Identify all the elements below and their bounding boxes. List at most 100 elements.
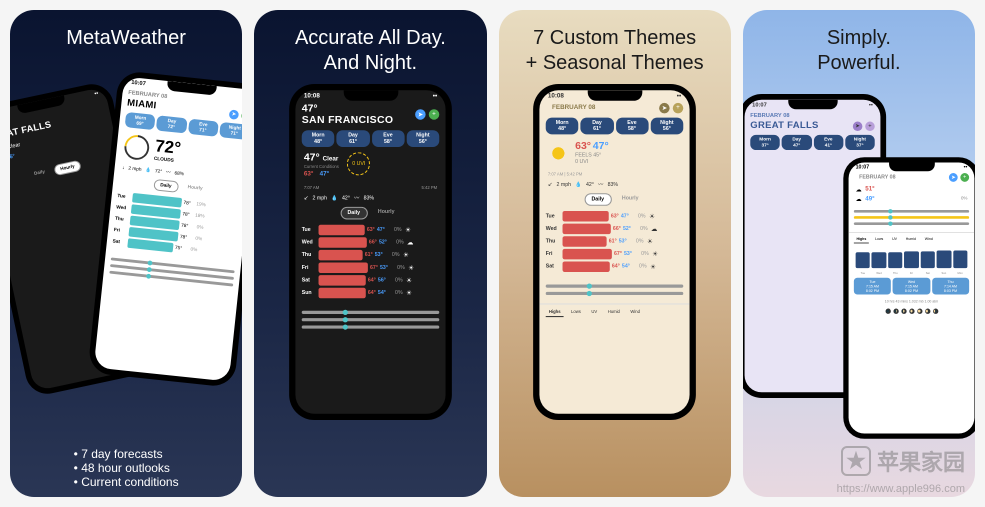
slider[interactable]: [854, 222, 969, 225]
weather-icon: ☀: [404, 226, 412, 233]
day-row[interactable]: Sun64°54°0%☀: [302, 288, 440, 299]
pill-day[interactable]: Day61°: [337, 130, 370, 147]
location-icon[interactable]: ➤: [229, 109, 239, 119]
status-icons: ••: [677, 93, 681, 99]
tab-uv[interactable]: UV: [889, 235, 899, 244]
pill-morn[interactable]: Morn37°: [750, 135, 780, 150]
location-icon[interactable]: ➤: [659, 103, 670, 113]
pill-day[interactable]: Day72°: [156, 115, 187, 133]
toggle-hourly[interactable]: Hourly: [182, 182, 209, 196]
tab-wind[interactable]: Wind: [627, 307, 643, 318]
status-icons: ••: [964, 165, 968, 170]
bar: [318, 288, 365, 299]
toggle-daily[interactable]: Daily: [340, 207, 367, 220]
lo: 49°: [865, 196, 874, 203]
slider[interactable]: [546, 285, 684, 288]
pill-eve[interactable]: Eve58°: [371, 130, 404, 147]
day-row[interactable]: Fri67°53°0%☀: [546, 249, 684, 259]
lo: 47°: [593, 141, 609, 153]
status-time: 10:08: [548, 93, 564, 99]
day-row[interactable]: Tue63°47°0%☀: [546, 211, 684, 222]
pill-night[interactable]: Night37°: [845, 135, 875, 150]
tab-uv[interactable]: UV: [588, 307, 600, 318]
watermark-url: https://www.apple996.com: [837, 483, 965, 495]
add-icon[interactable]: +: [241, 110, 242, 120]
notch: [587, 90, 642, 101]
toggle-daily[interactable]: Daily: [584, 193, 611, 206]
day-label: Fri: [904, 272, 918, 276]
tab-wind[interactable]: Wind: [922, 235, 935, 244]
pill-morn[interactable]: Morn48°: [302, 130, 335, 147]
toggle-hourly[interactable]: Hourly: [371, 207, 400, 220]
weather-icon: ☁: [406, 239, 414, 246]
bar: [563, 236, 607, 247]
add-icon[interactable]: +: [960, 173, 969, 182]
add-icon[interactable]: +: [673, 103, 684, 113]
add-icon[interactable]: +: [865, 121, 875, 131]
weather-icon: ☀: [401, 251, 409, 258]
toggle-daily[interactable]: Daily: [153, 179, 179, 193]
toggle-daily[interactable]: Daily: [28, 166, 52, 181]
slider[interactable]: [854, 216, 969, 219]
day-row[interactable]: Sat64°54°0%☀: [546, 261, 684, 272]
day-row[interactable]: Wed66°52°0%☁: [546, 224, 684, 235]
pill-day[interactable]: Day61°: [581, 118, 614, 135]
day-label: Sun: [937, 272, 951, 276]
headline: 7 Custom Themes + Seasonal Themes: [516, 10, 714, 84]
phone: 10:08•• 47° SAN FRANCISCO ➤ + Morn48° Da…: [289, 84, 452, 420]
pill-eve[interactable]: Eve71°: [188, 119, 219, 137]
tab-humid[interactable]: Humid: [605, 307, 623, 318]
day-row[interactable]: Thu61°53°0%☀: [546, 236, 684, 247]
pill-eve[interactable]: Eve41°: [813, 135, 843, 150]
day-row[interactable]: Wed66°52°0%☁: [302, 237, 440, 248]
add-icon[interactable]: +: [429, 109, 440, 120]
pill-morn[interactable]: Morn48°: [546, 118, 579, 135]
precip: 72°: [155, 168, 163, 174]
day-label: Thu: [888, 272, 902, 276]
solar-card[interactable]: Wed7:15 AM8:02 PM: [893, 278, 930, 295]
cloud-icon: ☁: [856, 196, 862, 203]
solar-bar: [904, 251, 918, 268]
weather-icon: ☀: [651, 250, 659, 257]
toggle-hourly[interactable]: Hourly: [616, 193, 645, 206]
day-row[interactable]: Thu61°53°0%☀: [302, 250, 440, 261]
slider[interactable]: [302, 326, 440, 329]
hum-icon: 〰: [354, 194, 359, 201]
toggle-hourly[interactable]: Hourly: [53, 160, 82, 177]
slider[interactable]: [854, 210, 969, 213]
day-row[interactable]: Sat64°56°0%☀: [302, 275, 440, 286]
tab-highs[interactable]: Highs: [854, 235, 869, 244]
tab-lows[interactable]: Lows: [872, 235, 886, 244]
status-icons: ••: [869, 103, 873, 109]
pill-night[interactable]: Night56°: [406, 130, 439, 147]
day-row[interactable]: Tue63°47°0%☀: [302, 225, 440, 236]
panel-metaweather: MetaWeather 10:08•• 47° GREAT FALLS 47° …: [10, 10, 242, 497]
pill-morn[interactable]: Morn69°: [125, 112, 156, 130]
tab-lows[interactable]: Lows: [568, 307, 584, 318]
slider[interactable]: [302, 311, 440, 314]
uvi-badge: 0 UVI: [347, 152, 370, 175]
pill-night[interactable]: Night56°: [651, 118, 684, 135]
date: FEBRUARY 08: [854, 173, 901, 182]
solar-card[interactable]: Thu7:14 AM8:03 PM: [932, 278, 969, 295]
tab-humid[interactable]: Humid: [903, 235, 918, 244]
location-icon[interactable]: ➤: [949, 173, 958, 182]
location-icon[interactable]: ➤: [853, 121, 863, 131]
solar-bar: [937, 251, 951, 268]
tab-highs[interactable]: Highs: [546, 307, 564, 318]
status-time: 10:07: [856, 165, 870, 170]
day-row[interactable]: Fri67°53°0%☀: [302, 263, 440, 274]
pill-night[interactable]: Night71°: [219, 122, 242, 140]
location-icon[interactable]: ➤: [415, 109, 426, 120]
bar: [318, 275, 365, 286]
cur-temp: 47° Clear: [304, 152, 339, 164]
screen: 10:08•• 47° SAN FRANCISCO ➤ + Morn48° Da…: [295, 90, 445, 413]
slider[interactable]: [302, 318, 440, 321]
solar-bar: [920, 251, 934, 268]
solar-card[interactable]: Tue7:15 AM8:02 PM: [854, 278, 891, 295]
slider[interactable]: [546, 292, 684, 295]
pill-day[interactable]: Day47°: [782, 135, 812, 150]
pill-eve[interactable]: Eve58°: [616, 118, 649, 135]
current-temp: 72°: [154, 136, 182, 159]
weather-icon: ☀: [648, 213, 656, 220]
